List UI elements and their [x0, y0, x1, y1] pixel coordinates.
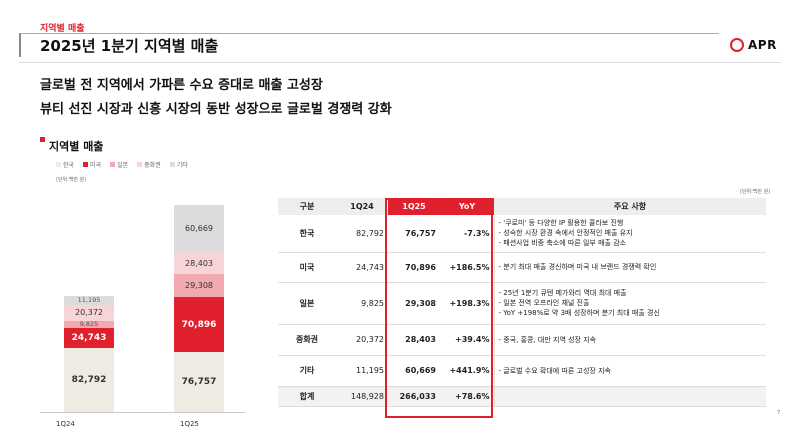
- slide: 지역별 매출 2025년 1분기 지역별 매출 APR 글로벌 전 지역에서 가…: [0, 0, 800, 433]
- row-label: 일본: [278, 282, 336, 325]
- value-1q25: 70,896: [388, 252, 440, 283]
- bar-segment: 20,372: [64, 304, 114, 321]
- page-number: 7: [777, 410, 781, 416]
- table-row: 일본 9,825 29,308 +198.3% - 25년 1분기 큐텐 메가와리 역대…: [278, 282, 766, 325]
- legend-label: 미국: [90, 162, 102, 169]
- logo-ring-icon: [730, 38, 744, 52]
- legend-swatch: [110, 162, 116, 167]
- row-label: 기타: [278, 355, 336, 387]
- legend-swatch: [169, 162, 175, 167]
- legend-swatch: [83, 162, 89, 167]
- legend-item: 미국: [83, 160, 101, 169]
- chart-title-marker: [40, 137, 45, 142]
- table-row: 한국 82,792 76,757 -7.3% - '쿠로미' 등 다양한 IP 활용한 …: [278, 215, 766, 253]
- title-divider: [19, 62, 781, 63]
- total-notes: [493, 386, 766, 407]
- logo-text: APR: [748, 38, 777, 52]
- total-1q25: 266,033: [388, 386, 440, 407]
- bar-segment: 60,669: [174, 205, 224, 253]
- note-line: - 성숙한 시장 환경 속에서 안정적인 매출 유지: [498, 229, 633, 238]
- x-axis-line: [40, 412, 245, 413]
- bar-segment: 76,757: [174, 352, 224, 412]
- value-1q25: 29,308: [388, 282, 440, 325]
- value-yoy: +198.3%: [440, 282, 494, 325]
- value-1q24: 24,743: [336, 252, 388, 283]
- note-line: - 패션사업 비중 축소에 따른 일부 매출 감소: [498, 239, 627, 248]
- headline-1: 글로벌 전 지역에서 가파른 수요 증대로 매출 고성장: [40, 78, 323, 93]
- bar-segment: 28,403: [174, 252, 224, 275]
- note-line: - 중국, 홍콩, 대만 지역 성장 지속: [498, 335, 597, 344]
- bar-stack-1q24: 11,195 20,372 9,825 24,743 82,792: [64, 296, 114, 412]
- table-row: 중화권 20,372 28,403 +39.4% - 중국, 홍콩, 대만 지역 성장 …: [278, 324, 766, 356]
- chart-legend: 한국 미국 일본 중화권 기타: [56, 160, 188, 169]
- note-line: - 25년 1분기 큐텐 메가와리 역대 최대 매출: [498, 289, 627, 297]
- value-1q24: 20,372: [336, 324, 388, 356]
- note-line: - 글로벌 수요 확대에 따른 고성장 지속: [498, 366, 611, 375]
- header-1q24: 1Q24: [336, 198, 388, 215]
- value-yoy: +186.5%: [440, 252, 494, 283]
- row-label: 미국: [278, 252, 336, 283]
- bar-segment: 24,743: [64, 328, 114, 348]
- bar-segment: 82,792: [64, 347, 114, 412]
- total-1q24: 148,928: [336, 386, 388, 407]
- legend-swatch: [56, 162, 61, 167]
- total-label: 합계: [278, 386, 336, 407]
- value-1q24: 82,792: [336, 215, 388, 253]
- headline-2: 뷰티 선진 시장과 신흥 시장의 동반 성장으로 글로벌 경쟁력 강화: [40, 102, 392, 117]
- x-tick-label: 1Q25: [180, 420, 199, 428]
- chart-title: 지역별 매출: [40, 137, 104, 154]
- x-tick-label: 1Q24: [56, 420, 75, 428]
- legend-label: 기타: [176, 162, 188, 169]
- table-row: 기타 11,195 60,669 +441.9% - 글로벌 수요 확대에 따른 고성장…: [278, 355, 766, 387]
- value-yoy: +39.4%: [440, 324, 494, 356]
- table-row: 미국 24,743 70,896 +186.5% - 분기 최대 매출 경신하며 미국 …: [278, 252, 766, 283]
- value-yoy: -7.3%: [440, 215, 494, 253]
- table-unit: (단위:백만 원): [740, 189, 771, 195]
- total-yoy: +78.6%: [440, 386, 494, 407]
- legend-label: 한국: [63, 162, 75, 169]
- note-line: - 분기 최대 매출 경신하며 미국 내 브랜드 경쟁력 확인: [498, 263, 657, 271]
- bar-segment: 9,825: [64, 320, 114, 328]
- legend-swatch: [137, 162, 143, 167]
- table-header-row: 구분 1Q24 1Q25 YoY 주요 사항: [278, 198, 766, 215]
- value-1q25: 60,669: [388, 355, 440, 387]
- row-label: 중화권: [278, 324, 336, 356]
- apr-logo: APR: [730, 38, 777, 52]
- value-1q25: 76,757: [388, 215, 440, 253]
- value-1q24: 11,195: [336, 355, 388, 387]
- header-yoy: YoY: [440, 198, 494, 215]
- sales-table: 구분 1Q24 1Q25 YoY 주요 사항 한국 82,792 76,757 -7.…: [278, 198, 766, 407]
- row-notes: - 글로벌 수요 확대에 따른 고성장 지속: [493, 355, 766, 387]
- legend-item: 한국: [56, 160, 74, 169]
- value-1q25: 28,403: [388, 324, 440, 356]
- chart-title-text: 지역별 매출: [49, 140, 104, 153]
- legend-label: 중화권: [144, 162, 161, 169]
- table-total-row: 합계 148,928 266,033 +78.6%: [278, 386, 766, 407]
- bar-stack-1q25: 60,669 28,403 29,308 70,896 76,757: [174, 205, 224, 412]
- row-notes: - 중국, 홍콩, 대만 지역 성장 지속: [493, 324, 766, 356]
- legend-item: 기타: [169, 160, 188, 169]
- note-line: - 일본 전역 오프라인 채널 진출: [498, 299, 590, 307]
- row-notes: - 분기 최대 매출 경신하며 미국 내 브랜드 경쟁력 확인: [493, 252, 766, 283]
- legend-item: 일본: [110, 160, 128, 169]
- chart-unit: (단위:백만 원): [56, 177, 87, 183]
- bar-segment: 29,308: [174, 274, 224, 298]
- legend-label: 일본: [117, 162, 129, 169]
- row-label: 한국: [278, 215, 336, 253]
- note-line: - '쿠로미' 등 다양한 IP 활용한 콜라보 진행: [498, 219, 624, 228]
- page-title: 2025년 1분기 지역별 매출: [40, 37, 219, 55]
- value-1q24: 9,825: [336, 282, 388, 325]
- legend-item: 중화권: [137, 160, 161, 169]
- header-notes: 주요 사항: [494, 198, 766, 215]
- row-notes: - 25년 1분기 큐텐 메가와리 역대 최대 매출 - 일본 전역 오프라인 채…: [493, 282, 766, 325]
- note-line: - YoY +198%로 약 3배 성장하며 분기 최대 매출 경신: [498, 309, 660, 317]
- value-yoy: +441.9%: [440, 355, 494, 387]
- header-category: 구분: [278, 198, 336, 215]
- header-1q25: 1Q25: [388, 198, 440, 215]
- bar-segment: 70,896: [174, 297, 224, 353]
- bar-segment: 11,195: [64, 296, 114, 305]
- row-notes: - '쿠로미' 등 다양한 IP 활용한 콜라보 진행 - 성숙한 시장 환경 속…: [493, 215, 766, 253]
